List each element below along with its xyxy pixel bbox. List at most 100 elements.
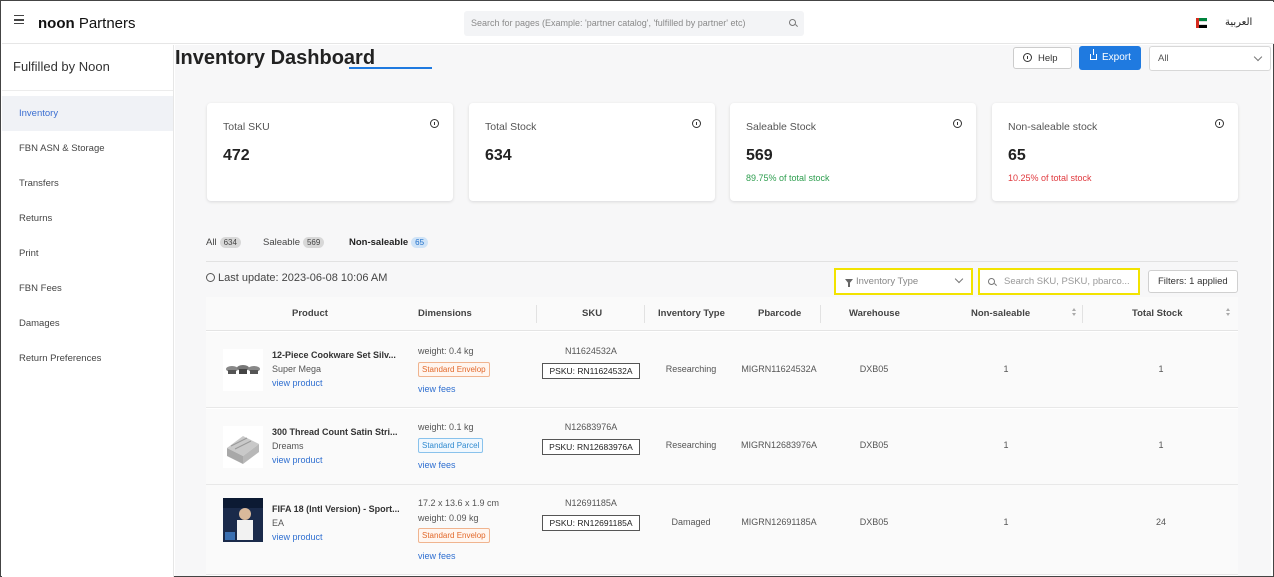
warehouse-value: DXB05 [859,364,889,374]
table-row: 300 Thread Count Satin Stri... Dreams vi… [206,409,1238,485]
export-button[interactable]: Export [1079,46,1141,70]
card-value: 65 [1008,147,1026,164]
view-product-link[interactable]: view product [272,455,323,465]
card-value: 472 [223,147,250,164]
product-brand: Super Mega [272,364,322,374]
scope-select[interactable]: All [1149,46,1271,71]
inventory-type-filter[interactable]: Inventory Type [834,268,973,295]
non-saleable-value: 1 [1003,517,1009,527]
card-total-stock: Total Stock 634 [469,103,715,201]
view-product-link[interactable]: view product [272,378,323,388]
info-icon [1023,53,1032,62]
sidebar-item-fbn-fees[interactable]: FBN Fees [2,271,173,306]
inventory-type-value: Researching [665,440,717,450]
brand-suffix: Partners [74,15,136,32]
filters-label: Filters: [1158,276,1187,287]
sidebar: Fulfilled by Noon Inventory FBN ASN & St… [2,45,174,577]
filters-button[interactable]: Filters: 1 applied [1148,270,1238,293]
sku-value: N12691185A [565,498,617,508]
sidebar-item-return-preferences[interactable]: Return Preferences [2,341,173,376]
sidebar-item-transfers[interactable]: Transfers [2,166,173,201]
non-saleable-value: 1 [1003,364,1009,374]
card-value: 634 [485,147,512,164]
info-icon[interactable] [692,119,701,128]
global-search-input[interactable]: Search for pages (Example: 'partner cata… [464,11,804,36]
sku-search-placeholder: Search SKU, PSKU, pbarco... [1004,276,1130,287]
psku-box: PSKU: RN12683976A [542,439,640,455]
last-update-text: Last update: 2023-06-08 10:06 AM [218,272,388,284]
sidebar-item-inventory[interactable]: Inventory [2,96,173,131]
sku-search-input[interactable]: Search SKU, PSKU, pbarco... [978,268,1140,295]
last-update: Last update: 2023-06-08 10:06 AM [206,272,387,284]
main-content: Inventory Dashboard Help Export All Tota… [175,45,1271,576]
tab-count-badge: 634 [219,237,241,248]
total-stock-value: 24 [1155,517,1166,527]
column-header-dimensions[interactable]: Dimensions [418,308,472,319]
column-header-pbarcode[interactable]: Pbarcode [758,308,801,319]
sidebar-item-returns[interactable]: Returns [2,201,173,236]
menu-icon[interactable] [14,15,24,24]
info-icon[interactable] [430,119,439,128]
active-tab-indicator [349,67,432,69]
psku-box: PSKU: RN12691185A [542,515,640,531]
info-icon[interactable] [953,119,962,128]
total-stock-value: 1 [1158,440,1164,450]
tabs-divider [206,261,1238,262]
inventory-table: Product Dimensions SKU Inventory Type Pb… [206,297,1238,576]
filters-applied-count: 1 applied [1189,276,1228,287]
sidebar-item-print[interactable]: Print [2,236,173,271]
inventory-type-value: Damaged [671,517,711,527]
column-header-non-saleable[interactable]: Non-saleable [971,308,1030,319]
column-divider [644,305,645,323]
product-brand: EA [272,518,285,528]
sidebar-item-fbn-asn-storage[interactable]: FBN ASN & Storage [2,131,173,166]
tab-non-saleable[interactable]: Non-saleable 65 [349,237,429,248]
view-fees-link[interactable]: view fees [418,384,456,394]
dimension-weight: weight: 0.09 kg [418,513,479,523]
table-header: Product Dimensions SKU Inventory Type Pb… [206,297,1238,331]
help-label: Help [1038,53,1058,64]
sort-icon[interactable] [1072,308,1077,317]
product-name: FIFA 18 (Intl Version) - Sport... [272,504,400,514]
view-fees-link[interactable]: view fees [418,460,456,470]
view-product-link[interactable]: view product [272,532,323,542]
card-label: Total Stock [485,121,537,133]
sort-icon[interactable] [1226,308,1231,317]
inventory-type-value: Researching [665,364,717,374]
uae-flag-icon [1196,18,1207,29]
language-switch[interactable]: العربية [1225,17,1252,28]
product-brand: Dreams [272,441,304,451]
pbarcode-value: MIGRN12683976A [740,440,818,450]
total-stock-value: 1 [1158,364,1164,374]
tab-all[interactable]: All 634 [206,237,241,248]
view-fees-link[interactable]: view fees [418,551,456,561]
column-header-warehouse[interactable]: Warehouse [849,308,900,319]
package-type-badge: Standard Envelop [418,362,490,377]
sidebar-item-damages[interactable]: Damages [2,306,173,341]
chevron-down-icon [1253,52,1263,62]
global-search-placeholder: Search for pages (Example: 'partner cata… [471,18,746,28]
product-thumbnail[interactable] [223,498,263,542]
brand-logo[interactable]: noon Partners [38,15,136,32]
brand-name: noon [38,15,75,32]
warehouse-value: DXB05 [859,440,889,450]
column-header-product[interactable]: Product [292,308,328,319]
product-name: 12-Piece Cookware Set Silv... [272,350,396,360]
download-icon [1090,49,1097,60]
tab-label: Saleable [263,237,300,248]
tab-saleable[interactable]: Saleable 569 [263,237,325,248]
product-thumbnail[interactable] [223,349,263,391]
package-type-badge: Standard Parcel [418,438,484,453]
search-icon[interactable] [789,19,796,26]
info-icon[interactable] [1215,119,1224,128]
column-header-sku[interactable]: SKU [582,308,602,319]
product-thumbnail[interactable] [223,426,263,468]
table-row: FIFA 18 (Intl Version) - Sport... EA vie… [206,485,1238,575]
page-title: Inventory Dashboard [175,47,376,69]
help-button[interactable]: Help [1013,47,1072,69]
column-header-total-stock[interactable]: Total Stock [1132,308,1183,319]
column-header-inventory-type[interactable]: Inventory Type [658,308,725,319]
inventory-type-placeholder: Inventory Type [856,276,919,287]
search-icon [988,278,995,285]
card-non-saleable-stock: Non-saleable stock 65 10.25% of total st… [992,103,1238,201]
